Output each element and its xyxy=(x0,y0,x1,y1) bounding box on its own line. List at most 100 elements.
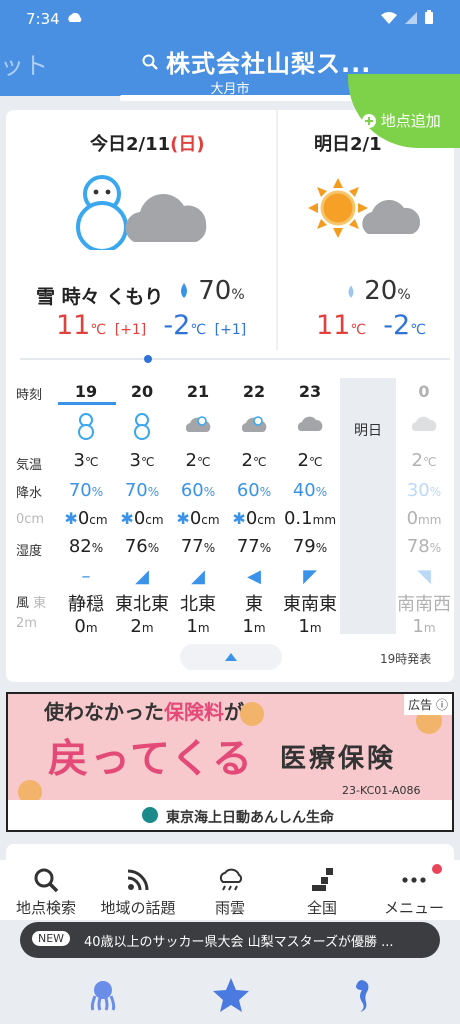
notification-dot xyxy=(432,864,442,874)
japan-map-icon xyxy=(312,868,333,891)
ad-sponsor-bar: 東京海上日動あんしん生命 xyxy=(8,800,452,830)
rss-icon xyxy=(127,869,149,891)
cloud-icon xyxy=(396,412,452,438)
hour-snow: ✱0cm xyxy=(120,508,164,529)
battery-icon xyxy=(425,10,433,24)
search-icon xyxy=(34,868,59,893)
sun-cloud-icon xyxy=(308,178,421,238)
hour-precip: 60% xyxy=(180,480,216,501)
panel-slider-dot[interactable] xyxy=(144,355,152,363)
wind-arrow-icon: ◤ xyxy=(303,566,317,587)
tomorrow-precip: 20% xyxy=(346,276,411,306)
hour-wind-dir: 東北東 xyxy=(115,594,169,615)
nav-nationwide[interactable]: 全国 xyxy=(276,860,368,920)
octopus-icon[interactable] xyxy=(88,980,118,1012)
clock: 7:34 xyxy=(26,10,60,28)
hour-humidity: 78% xyxy=(406,536,442,557)
starfish-icon[interactable] xyxy=(212,976,250,1014)
ad-main-text: 戻ってくる xyxy=(48,736,254,782)
hour-wind-speed: 2m xyxy=(130,616,154,637)
news-badge: NEW xyxy=(32,931,71,946)
hour-wind-dir: 静穏 xyxy=(68,594,104,615)
hour-label: 20 xyxy=(130,382,154,401)
hour-wind-speed: 0m xyxy=(74,616,98,637)
hour-wind-dir: 東 xyxy=(245,594,263,615)
previous-location-tab[interactable]: ット xyxy=(0,46,48,81)
today-temps: 11℃ [+1] -2℃ [+1] xyxy=(56,310,247,341)
hour-wind-speed: 1m xyxy=(186,616,210,637)
more-icon xyxy=(402,877,426,883)
coin-decoration-icon xyxy=(240,702,264,726)
row-label-wind: 風 東 xyxy=(16,596,47,611)
hour-snow: 0mm xyxy=(406,508,442,529)
tomorrow-date: 明日2/1 xyxy=(314,134,382,155)
location-title-button[interactable]: 株式会社山梨ス... xyxy=(142,44,371,79)
cloud-snow-icon xyxy=(226,412,282,440)
today-condition: 雪 時々 くもり xyxy=(36,286,164,308)
hour-temp: 2℃ xyxy=(185,450,211,471)
wifi-icon xyxy=(381,11,397,24)
hour-precip: 60% xyxy=(236,480,272,501)
wind-arrow-icon: ◢ xyxy=(191,566,205,587)
tomorrow-temps: 11℃ -2℃ xyxy=(316,310,426,341)
wind-arrow-icon: ◥ xyxy=(417,566,431,587)
character-bar xyxy=(0,960,460,1024)
snowman-icon xyxy=(114,412,170,444)
hour-wind-dir: 北東 xyxy=(180,594,216,615)
hour-temp: 2℃ xyxy=(297,450,323,471)
hour-humidity: 77% xyxy=(180,536,216,557)
ad-sponsor: 東京海上日動あんしん生命 xyxy=(166,810,334,826)
raindrop-icon xyxy=(181,283,187,298)
hour-precip: 30% xyxy=(406,480,442,501)
sponsor-logo-icon xyxy=(142,807,158,823)
nav-rain-radar[interactable]: 雨雲 xyxy=(184,860,276,920)
row-label-humidity: 湿度 xyxy=(16,544,43,559)
bottom-navigation: 地点検索 地域の話題 雨雲 全国 メニュー xyxy=(0,860,460,920)
today-panel: 今日2/11(日) 雪 時々 くもり 70% 11℃ [+1] -2℃ [+1] xyxy=(6,110,276,358)
hour-humidity: 79% xyxy=(292,536,328,557)
hour-label: 23 xyxy=(298,382,322,401)
advertisement-banner[interactable]: 使わなかった保険料が 戻ってくる 医療保険 23-KC01-A086 東京海上日… xyxy=(6,692,454,832)
hour-snow: ✱0cm xyxy=(64,508,108,529)
nav-local-topics[interactable]: 地域の話題 xyxy=(92,860,184,920)
system-icons xyxy=(380,10,434,25)
seahorse-icon[interactable] xyxy=(350,978,372,1014)
ad-code: 23-KC01-A086 xyxy=(342,784,421,797)
hour-precip: 70% xyxy=(124,480,160,501)
row-label-precip: 降水 xyxy=(16,486,43,501)
today-precip: 70% xyxy=(178,276,245,306)
row-label-hour: 時刻 xyxy=(16,388,43,403)
forecast-card: 今日2/11(日) 雪 時々 くもり 70% 11℃ [+1] -2℃ [+1]… xyxy=(6,110,454,682)
raindrop-icon xyxy=(348,285,354,298)
snowman-cloud-icon xyxy=(76,175,207,250)
hour-precip: 70% xyxy=(68,480,104,501)
hour-snow: ✱0cm xyxy=(232,508,276,529)
wind-arrow-icon: ◀ xyxy=(247,566,261,587)
hour-precip: 40% xyxy=(292,480,328,501)
nav-location-search[interactable]: 地点検索 xyxy=(0,860,92,920)
cloud-icon xyxy=(282,412,338,438)
news-ticker[interactable]: NEW 40歳以上のサッカー県大会 山梨マスターズが優勝 ... xyxy=(20,922,440,958)
hour-wind-dir: 東南東 xyxy=(283,594,337,615)
hour-humidity: 77% xyxy=(236,536,272,557)
row-label-wind-speed: 2m xyxy=(16,616,37,631)
selected-hour-indicator xyxy=(58,402,116,405)
hour-snow: ✱0cm xyxy=(176,508,220,529)
ad-badge[interactable]: 広告 ⓘ xyxy=(404,694,452,715)
hour-wind-speed: 1m xyxy=(242,616,266,637)
search-icon xyxy=(142,54,158,70)
hour-label: 21 xyxy=(186,382,210,401)
hour-label: 0 xyxy=(418,382,430,401)
row-label-temp: 気温 xyxy=(16,458,43,473)
panel-slider-track xyxy=(20,358,450,360)
nav-menu[interactable]: メニュー xyxy=(368,860,460,920)
row-label-snow: 0cm xyxy=(16,512,45,527)
wind-arrow-icon: ◢ xyxy=(135,566,149,587)
cloud-snow-icon xyxy=(170,412,226,440)
status-bar: 7:34 xyxy=(0,0,460,38)
hour-wind-dir: 南南西 xyxy=(397,594,451,615)
snowman-icon xyxy=(58,412,114,444)
hour-humidity: 82% xyxy=(68,536,104,557)
signal-icon xyxy=(405,11,417,24)
expand-button[interactable] xyxy=(180,644,282,670)
